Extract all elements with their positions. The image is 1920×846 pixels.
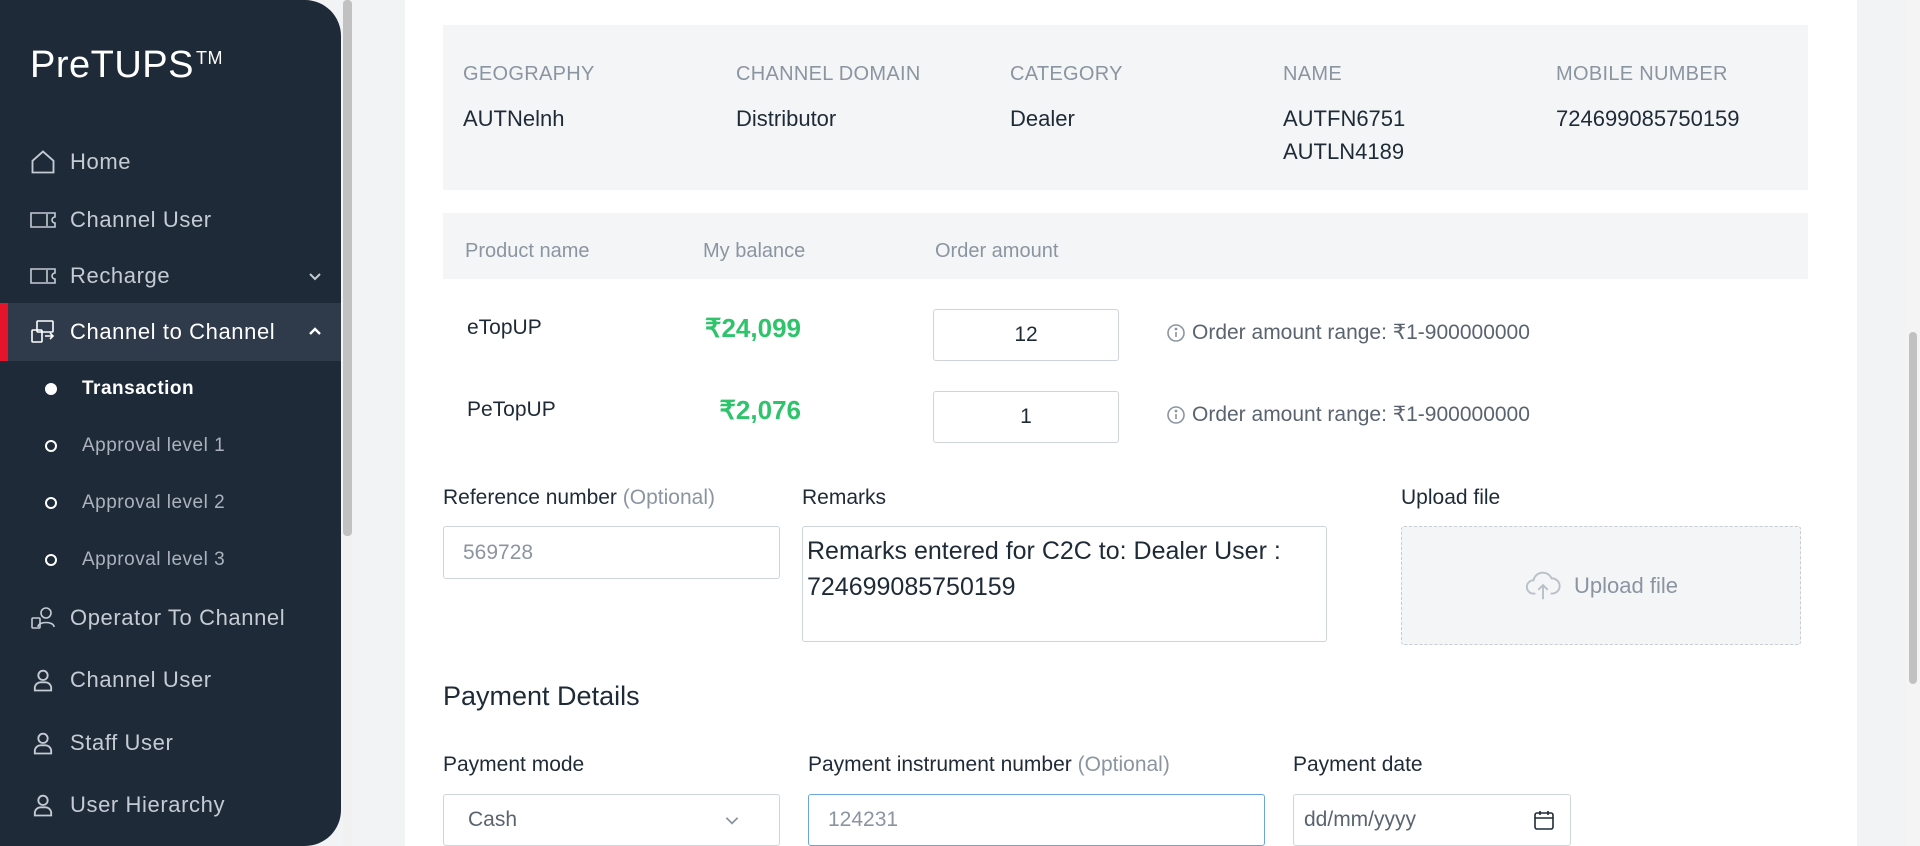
upload-file-label: Upload file [1401,486,1501,509]
payment-mode-label: Payment mode [443,753,585,776]
operator-icon [28,603,58,633]
sidebar-item-label: Recharge [70,263,171,288]
page-scrollbar-thumb[interactable] [1909,332,1917,684]
column-header-product: Product name [465,240,590,262]
bullet-icon [45,440,57,452]
bullet-icon [45,383,57,395]
home-icon [28,147,58,177]
sidebar-subitem-label: Approval level 2 [82,492,226,513]
sidebar-item-label: User Hierarchy [70,792,226,817]
user-icon [28,728,58,758]
chevron-down-icon [309,273,321,281]
sidebar-item-label: Channel User [70,667,212,692]
sidebar-item-user-hierarchy[interactable]: User Hierarchy [0,776,341,834]
product-table-header: Product name My balance Order amount [443,213,1808,279]
info-icon [1167,323,1185,342]
product-balance: ₹24,099 [704,313,801,343]
info-name: NAME AUTFN6751 AUTLN4189 [1283,63,1406,164]
sidebar-subitem-approval-3[interactable]: Approval level 3 [0,532,341,588]
bullet-icon [45,554,57,566]
info-mobile-number: MOBILE NUMBER 724699085750159 [1556,63,1740,131]
info-geography: GEOGRAPHY AUTNelnh [463,63,595,131]
user-icon [28,790,58,820]
sidebar-item-label: Staff User [70,730,174,755]
ticket-icon [28,261,58,291]
chevron-up-icon [309,327,321,335]
payment-instrument-input[interactable]: 124231 [808,794,1265,846]
app-logo: PreTUPS TM [30,44,223,86]
sidebar-item-label: Operator To Channel [70,605,286,630]
payment-date-input[interactable]: dd/mm/yyyy [1293,794,1571,846]
upload-file-dropzone[interactable]: Upload file [1401,526,1801,645]
user-icon [28,665,58,695]
remarks-label: Remarks [802,486,887,509]
payment-instrument-label: Payment instrument number (Optional) [808,753,1170,776]
sidebar-item-operator-to-channel[interactable]: Operator To Channel [0,589,341,647]
order-range-hint: Order amount range: ₹1-900000000 [1166,402,1530,427]
info-channel-domain: CHANNEL DOMAIN Distributor [736,63,921,131]
sidebar-subitem-approval-2[interactable]: Approval level 2 [0,475,341,531]
sidebar-subitem-approval-1[interactable]: Approval level 1 [0,418,341,474]
reference-number-input[interactable]: 569728 [443,526,780,579]
info-icon [1167,405,1185,424]
product-balance: ₹2,076 [719,395,801,425]
remarks-textarea[interactable]: Remarks entered for C2C to: Dealer User … [802,526,1327,642]
product-name: PeTopUP [467,398,556,421]
sidebar-item-label: Home [70,149,132,174]
sidebar-item-channel-user-2[interactable]: Channel User [0,651,341,709]
chevron-down-icon [725,817,739,825]
sidebar-subitem-label: Transaction [82,378,195,399]
sidebar-item-channel-user[interactable]: Channel User [0,191,341,249]
order-amount-input[interactable]: 12 [933,309,1119,361]
bullet-icon [45,497,57,509]
sidebar-item-staff-user[interactable]: Staff User [0,714,341,772]
product-name: eTopUP [467,316,542,339]
sidebar-item-recharge[interactable]: Recharge [0,247,341,305]
column-header-balance: My balance [703,240,806,262]
sidebar-item-label: Channel User [70,207,212,232]
sidebar-item-channel-to-channel[interactable]: Channel to Channel [0,303,341,361]
sidebar-scrollbar-thumb[interactable] [343,0,352,536]
sidebar-item-label: Channel to Channel [70,319,276,344]
payment-date-label: Payment date [1293,753,1423,776]
payment-mode-select[interactable]: Cash [443,794,780,846]
sidebar-item-home[interactable]: Home [0,133,341,191]
user-info-panel: GEOGRAPHY AUTNelnh CHANNEL DOMAIN Distri… [443,25,1808,190]
order-range-hint: Order amount range: ₹1-900000000 [1166,320,1530,345]
sidebar-subitem-label: Approval level 3 [82,549,226,570]
column-header-amount: Order amount [935,240,1059,262]
info-category: CATEGORY Dealer [1010,63,1123,131]
sidebar-subitem-transaction[interactable]: Transaction [0,361,341,417]
transfer-icon [28,317,58,347]
cloud-upload-icon [1525,571,1561,599]
payment-details-title: Payment Details [443,681,640,711]
order-amount-input[interactable]: 1 [933,391,1119,443]
sidebar: PreTUPS TM Home Channel User Recharge Cha… [0,0,341,846]
calendar-icon[interactable] [1532,808,1556,832]
reference-number-label: Reference number (Optional) [443,486,715,509]
ticket-icon [28,205,58,235]
sidebar-subitem-label: Approval level 1 [82,435,226,456]
